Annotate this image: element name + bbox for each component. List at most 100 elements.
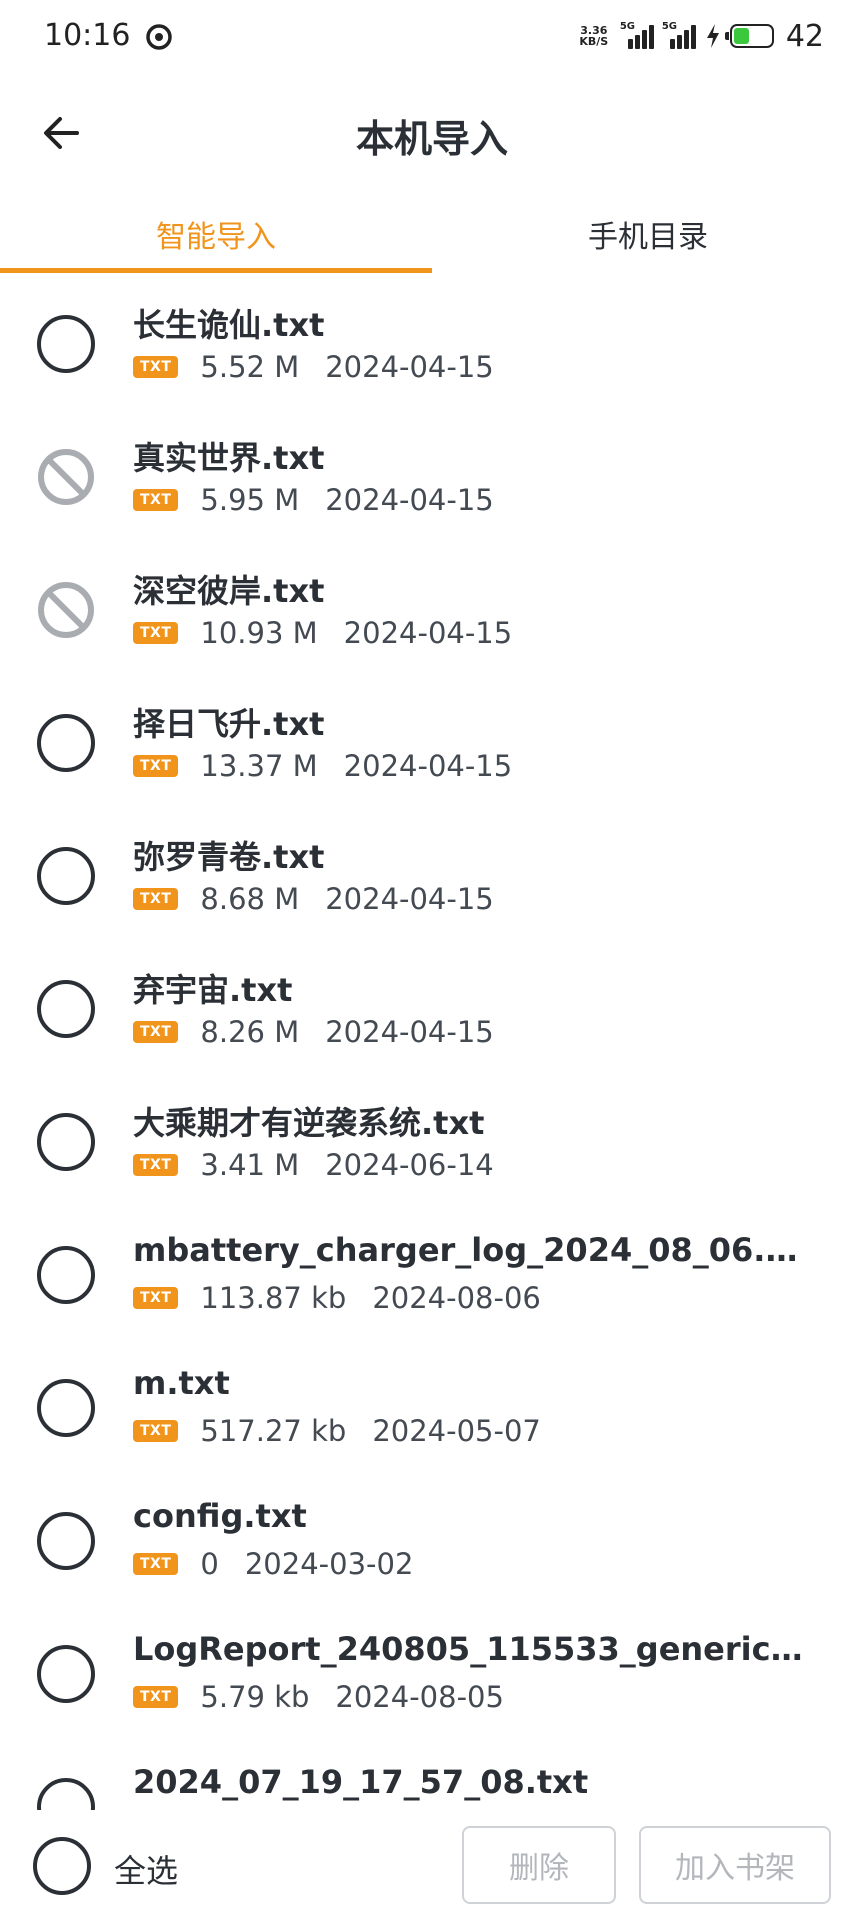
- file-type-badge: TXT: [133, 622, 179, 644]
- file-name: mbattery_charger_log_2024_08_06.t...: [133, 1231, 803, 1269]
- select-all-label[interactable]: 全选: [114, 1846, 178, 1892]
- file-date: 2024-03-02: [244, 1547, 414, 1581]
- delete-button[interactable]: 删除: [462, 1826, 616, 1904]
- tab-smart-import[interactable]: 智能导入: [0, 212, 432, 256]
- file-row[interactable]: 真实世界.txt TXT 5.95 M 2024-04-15: [0, 411, 864, 543]
- select-radio[interactable]: [37, 1778, 95, 1810]
- file-meta: TXT 113.87 kb 2024-08-06: [133, 1281, 541, 1315]
- file-date: 2024-08-05: [335, 1680, 504, 1714]
- file-type-badge: TXT: [133, 1021, 179, 1043]
- file-size: 5.79 kb: [200, 1680, 310, 1714]
- file-name: 真实世界.txt: [133, 439, 325, 477]
- file-date: 2024-04-15: [325, 1015, 494, 1049]
- select-radio[interactable]: [37, 315, 95, 373]
- file-row[interactable]: 深空彼岸.txt TXT 10.93 M 2024-04-15: [0, 544, 864, 676]
- select-radio[interactable]: [37, 847, 95, 905]
- select-radio[interactable]: [37, 1246, 95, 1304]
- select-radio[interactable]: [37, 714, 95, 772]
- file-size: 8.68 M: [200, 882, 300, 916]
- file-type-badge: TXT: [133, 1553, 179, 1575]
- tab-phone-directory[interactable]: 手机目录: [432, 212, 864, 256]
- file-meta: TXT 517.27 kb 2024-05-07: [133, 1414, 541, 1448]
- file-row[interactable]: 弃宇宙.txt TXT 8.26 M 2024-04-15: [0, 943, 864, 1075]
- page-title: 本机导入: [355, 117, 508, 161]
- file-row[interactable]: config.txt TXT 0 2024-03-02: [0, 1475, 864, 1607]
- hotspot-icon: [146, 24, 172, 50]
- file-size: 3.41 M: [200, 1148, 300, 1182]
- file-name: LogReport_240805_115533_generic....: [133, 1630, 803, 1668]
- file-row[interactable]: 大乘期才有逆袭系统.txt TXT 3.41 M 2024-06-14: [0, 1076, 864, 1208]
- file-name: 大乘期才有逆袭系统.txt: [133, 1104, 485, 1142]
- file-list: 长生诡仙.txt TXT 5.52 M 2024-04-15 真实世界.txt TXT 5.…: [0, 278, 864, 1810]
- file-type-badge: TXT: [133, 1686, 179, 1708]
- file-row[interactable]: LogReport_240805_115533_generic.... TXT 5.…: [0, 1608, 864, 1740]
- file-size: 5.95 M: [200, 483, 300, 517]
- file-date: 2024-08-06: [372, 1281, 541, 1315]
- battery-level: 42: [785, 18, 824, 54]
- file-date: 2024-05-07: [372, 1414, 541, 1448]
- file-row[interactable]: 2024_07_19_17_57_08.txt: [0, 1741, 864, 1810]
- file-name: 择日飞升.txt: [133, 705, 325, 743]
- select-radio[interactable]: [37, 980, 95, 1038]
- file-type-badge: TXT: [133, 888, 179, 910]
- signal-icon: 5G: [620, 21, 654, 49]
- file-name: 长生诡仙.txt: [133, 306, 325, 344]
- file-row[interactable]: 择日飞升.txt TXT 13.37 M 2024-04-15: [0, 677, 864, 809]
- status-icons: 3.36 KB/S 5G 5G 42: [576, 16, 824, 56]
- file-meta: TXT 8.26 M 2024-04-15: [133, 1015, 494, 1049]
- file-name: 深空彼岸.txt: [133, 572, 325, 610]
- file-name: 2024_07_19_17_57_08.txt: [133, 1763, 589, 1801]
- status-bar: 10:16 3.36 KB/S 5G 5G 42: [0, 0, 864, 74]
- select-radio[interactable]: [37, 1379, 95, 1437]
- file-size: 10.93 M: [200, 616, 318, 650]
- file-type-badge: TXT: [133, 356, 179, 378]
- file-size: 8.26 M: [200, 1015, 300, 1049]
- charging-icon: [706, 24, 719, 48]
- file-size: 0: [200, 1547, 219, 1581]
- file-size: 517.27 kb: [200, 1414, 347, 1448]
- file-meta: TXT 10.93 M 2024-04-15: [133, 616, 512, 650]
- tab-bar: 智能导入 手机目录: [0, 198, 864, 278]
- file-row[interactable]: 弥罗青卷.txt TXT 8.68 M 2024-04-15: [0, 810, 864, 942]
- file-meta: TXT 0 2024-03-02: [133, 1547, 413, 1581]
- file-type-badge: TXT: [133, 1420, 179, 1442]
- status-time: 10:16: [44, 18, 131, 53]
- file-meta: TXT 5.79 kb 2024-08-05: [133, 1680, 504, 1714]
- add-to-shelf-button[interactable]: 加入书架: [639, 1826, 831, 1904]
- file-name: 弃宇宙.txt: [133, 971, 293, 1009]
- file-size: 13.37 M: [200, 749, 318, 783]
- file-meta: TXT 3.41 M 2024-06-14: [133, 1148, 494, 1182]
- file-date: 2024-04-15: [343, 749, 513, 783]
- file-meta: TXT 5.95 M 2024-04-15: [133, 483, 494, 517]
- file-date: 2024-04-15: [343, 616, 513, 650]
- app-header: 本机导入: [0, 74, 864, 184]
- select-radio[interactable]: [37, 1512, 95, 1570]
- file-name: m.txt: [133, 1364, 230, 1402]
- bottom-action-bar: 全选 删除 加入书架: [0, 1810, 864, 1920]
- file-type-badge: TXT: [133, 1154, 179, 1176]
- file-date: 2024-04-15: [325, 350, 494, 384]
- file-date: 2024-06-14: [325, 1148, 494, 1182]
- file-meta: TXT 8.68 M 2024-04-15: [133, 882, 494, 916]
- file-name: 弥罗青卷.txt: [133, 838, 325, 876]
- select-radio[interactable]: [37, 1645, 95, 1703]
- file-size: 5.52 M: [200, 350, 300, 384]
- file-row[interactable]: mbattery_charger_log_2024_08_06.t... TXT 1…: [0, 1209, 864, 1341]
- blocked-icon: [38, 449, 94, 505]
- file-meta: TXT 13.37 M 2024-04-15: [133, 749, 512, 783]
- net-speed: 3.36 KB/S: [579, 24, 609, 48]
- file-row[interactable]: m.txt TXT 517.27 kb 2024-05-07: [0, 1342, 864, 1474]
- select-radio[interactable]: [37, 1113, 95, 1171]
- file-date: 2024-04-15: [325, 882, 494, 916]
- active-tab-indicator: [0, 268, 432, 273]
- file-name: config.txt: [133, 1497, 307, 1535]
- file-type-badge: TXT: [133, 755, 179, 777]
- battery-icon: [724, 24, 774, 48]
- file-size: 113.87 kb: [200, 1281, 347, 1315]
- file-row[interactable]: 长生诡仙.txt TXT 5.52 M 2024-04-15: [0, 278, 864, 410]
- select-all-radio[interactable]: [33, 1837, 91, 1895]
- blocked-icon: [38, 582, 94, 638]
- file-type-badge: TXT: [133, 489, 179, 511]
- file-date: 2024-04-15: [325, 483, 494, 517]
- file-type-badge: TXT: [133, 1287, 179, 1309]
